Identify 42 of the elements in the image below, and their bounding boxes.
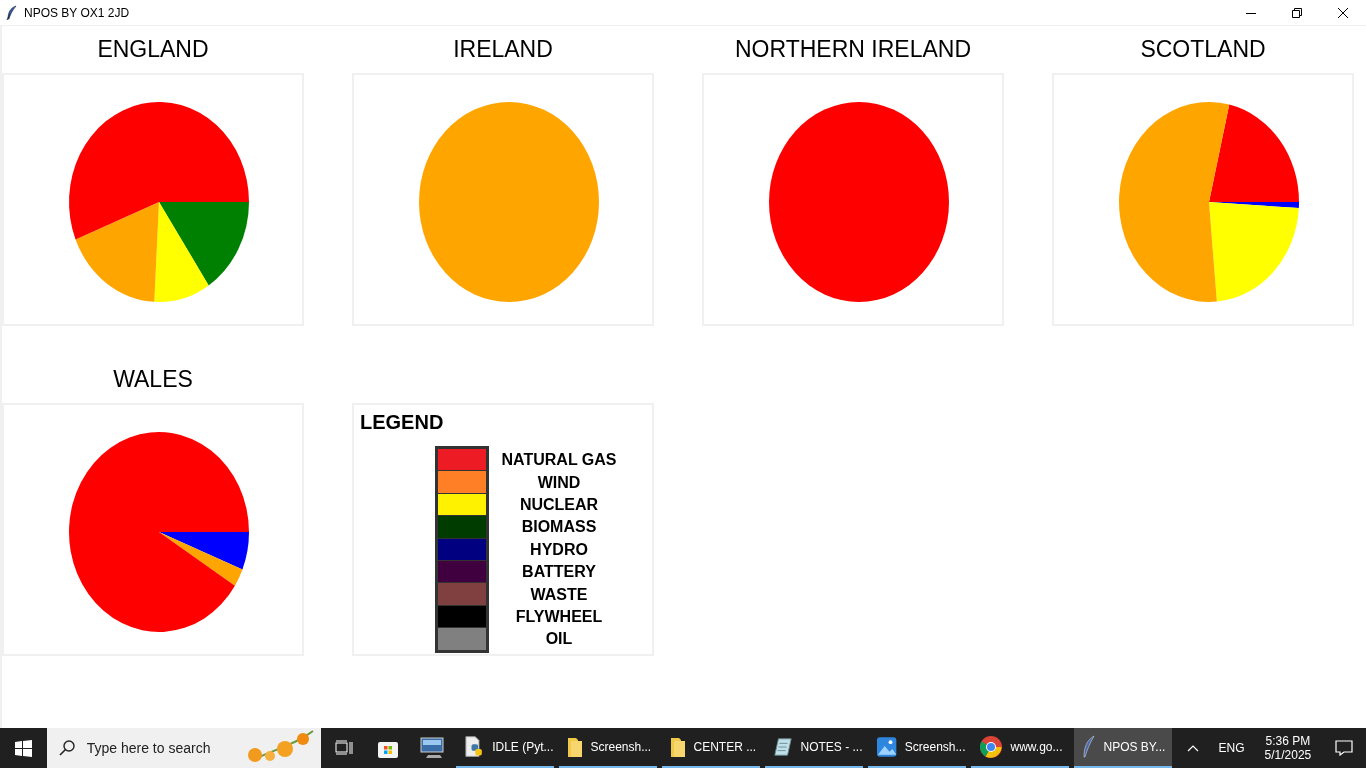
language-indicator[interactable]: ENG [1208, 728, 1255, 768]
monitor-icon [420, 737, 447, 759]
search-icon [58, 740, 75, 756]
photos-icon [875, 736, 897, 758]
close-icon [1338, 7, 1348, 18]
chart-title: SCOTLAND [1139, 35, 1267, 64]
taskbar-app[interactable]: NPOS BY... [1073, 728, 1172, 768]
feather-icon [6, 4, 18, 21]
taskbar-app[interactable]: Screensh... [558, 728, 657, 768]
window-title: NPOS BY OX1 2JD [24, 5, 130, 20]
legend-label: WASTE [529, 584, 589, 605]
search-field[interactable]: Type here to search [46, 728, 322, 768]
chevron-up-icon[interactable] [1186, 744, 1199, 752]
legend-label: HYDRO [529, 539, 589, 560]
chart-title: ENGLAND [96, 35, 210, 64]
taskbar-app[interactable]: www.go... [970, 728, 1069, 768]
taskbar-app[interactable]: NOTES - ... [764, 728, 863, 768]
legend-label: FLYWHEEL [514, 606, 604, 627]
browser-icon [978, 735, 1003, 759]
legend-label: BATTERY [521, 562, 597, 583]
chart-title: WALES [112, 365, 194, 394]
legend-label: OIL [544, 629, 574, 650]
python-file-icon [463, 735, 485, 759]
chart-title: NORTHERN IRELAND [734, 35, 972, 64]
clock[interactable]: 5:36 PM 5/1/2025 [1254, 728, 1322, 768]
windows-logo-icon [14, 739, 32, 757]
legend-label: NUCLEAR [518, 494, 600, 515]
legend-label: WIND [536, 472, 582, 493]
legend-title: LEGEND [360, 411, 444, 434]
taskbar-app[interactable]: IDLE (Pyt... [455, 728, 554, 768]
notepad-icon [772, 736, 793, 758]
folder-icon [566, 736, 583, 758]
taskbar-app[interactable]: CENTER ... [661, 728, 760, 768]
restore-icon [1292, 7, 1302, 18]
chat-bubble-icon [1334, 740, 1353, 756]
folder-icon [669, 736, 686, 758]
taskbar-app[interactable]: Screensh... [867, 728, 966, 768]
task-view-icon [334, 740, 353, 756]
legend-label: NATURAL GAS [500, 450, 618, 471]
feather-icon [1081, 735, 1096, 759]
chart-title: IRELAND [452, 35, 554, 64]
legend-label: BIOMASS [520, 517, 598, 538]
